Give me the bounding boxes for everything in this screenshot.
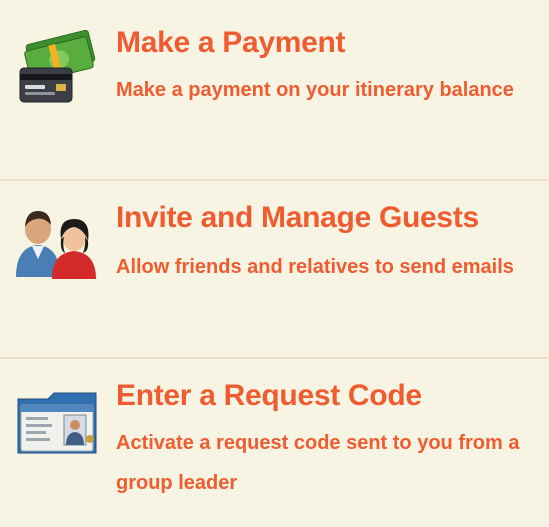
money-credit-card-icon	[12, 28, 104, 108]
id-card-icon	[12, 383, 104, 463]
invite-guests-description: Allow friends and relatives to send emai…	[116, 256, 514, 278]
invite-manage-guests-link[interactable]: Invite and Manage Guests Allow friends a…	[0, 181, 549, 357]
guests-people-icon	[12, 199, 104, 279]
invite-guests-title: Invite and Manage Guests	[116, 201, 479, 234]
enter-request-code-link[interactable]: Enter a Request Code Activate a request …	[0, 359, 549, 527]
make-payment-description: Make a payment on your itinerary balance	[116, 79, 514, 101]
make-payment-link[interactable]: Make a Payment Make a payment on your it…	[0, 0, 549, 179]
options-menu: Make a Payment Make a payment on your it…	[0, 0, 549, 527]
make-payment-title: Make a Payment	[116, 26, 346, 59]
request-code-title: Enter a Request Code	[116, 379, 422, 412]
request-code-description: Activate a request code sent to you from…	[116, 432, 520, 494]
